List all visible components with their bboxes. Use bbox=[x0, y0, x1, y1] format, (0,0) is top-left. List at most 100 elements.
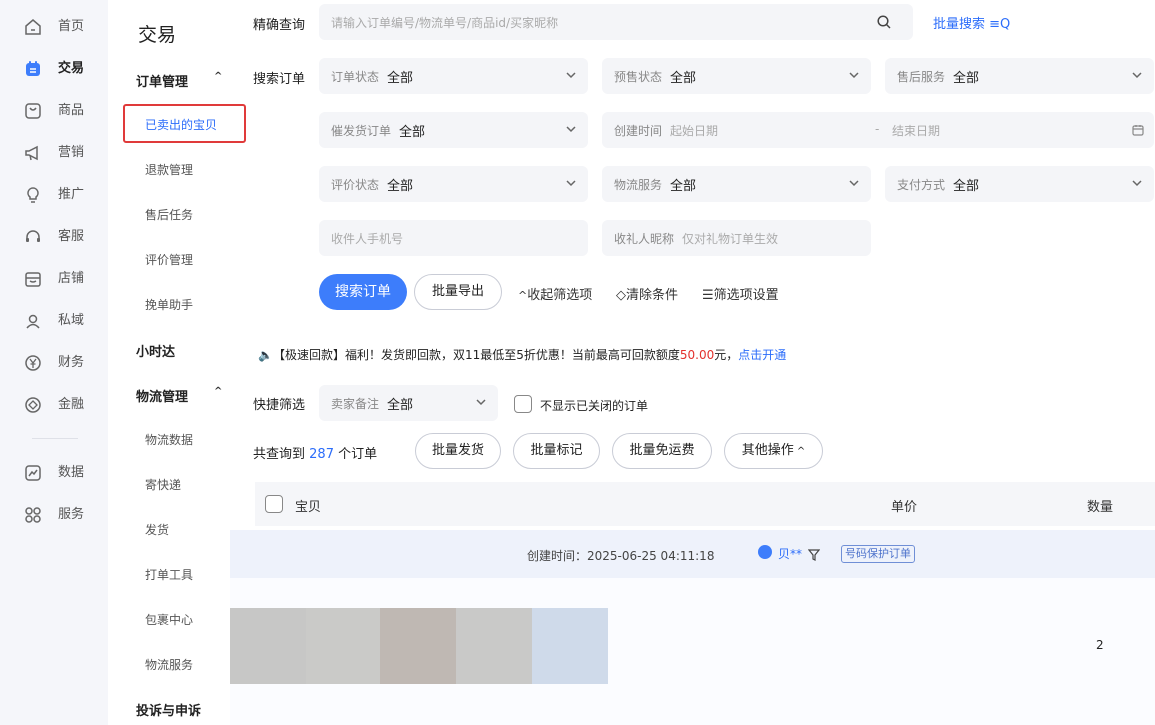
submenu-item-parcel[interactable]: 包裹中心 bbox=[145, 611, 193, 628]
collapse-filters-link[interactable]: ^收起筛选项 bbox=[518, 284, 592, 303]
result-summary: 共查询到 287 个订单 bbox=[253, 443, 377, 462]
start-date-placeholder[interactable]: 起始日期 bbox=[670, 122, 718, 139]
nav-item-label: 金融 bbox=[58, 397, 85, 412]
submenu-group-xiaoshida[interactable]: 小时达 bbox=[136, 341, 175, 360]
nav-item-finance[interactable]: 财务 bbox=[0, 346, 108, 380]
create-time-range[interactable]: 创建时间 起始日期 - 结束日期 bbox=[602, 112, 1154, 148]
notice-text: 【极速回款】福利！发货即回款，双11最低至5折优惠！当前最高可回款额度 bbox=[272, 348, 680, 362]
column-item: 宝贝 bbox=[295, 500, 322, 515]
order-status-select[interactable]: 订单状态 全部 bbox=[319, 58, 588, 94]
gift-nick-input[interactable]: 收礼人昵称 仅对礼物订单生效 bbox=[602, 220, 871, 256]
batch-ship-button[interactable]: 批量发货 bbox=[415, 433, 501, 469]
submenu-group-complaint[interactable]: 投诉与申诉 bbox=[136, 700, 201, 719]
payment-value: 全部 bbox=[953, 179, 980, 194]
notice-link[interactable]: 点击开通 bbox=[738, 348, 786, 362]
review-status-select[interactable]: 评价状态 全部 bbox=[319, 166, 588, 202]
search-orders-button[interactable]: 搜索订单 bbox=[319, 274, 407, 310]
batch-search-link[interactable]: 批量搜索 ≡Q bbox=[933, 13, 1010, 32]
speaker-icon: 🔈 bbox=[258, 348, 273, 362]
nav-item-service[interactable]: 客服 bbox=[0, 220, 108, 254]
nav-item-marketing[interactable]: 营销 bbox=[0, 136, 108, 170]
payment-select[interactable]: 支付方式 全部 bbox=[885, 166, 1154, 202]
nav-item-label: 私域 bbox=[58, 313, 85, 328]
submenu-item-print[interactable]: 打单工具 bbox=[145, 566, 193, 583]
gift-nick-placeholder: 仅对礼物订单生效 bbox=[682, 232, 779, 246]
search-icon[interactable] bbox=[877, 15, 891, 29]
batch-export-button[interactable]: 批量导出 bbox=[414, 274, 502, 310]
headset-icon bbox=[26, 230, 40, 242]
product-thumbnail[interactable] bbox=[306, 608, 382, 684]
other-actions-button[interactable]: 其他操作 ^ bbox=[724, 433, 823, 469]
batch-mark-button[interactable]: 批量标记 bbox=[513, 433, 600, 469]
number-protection-tag: 号码保护订单 bbox=[841, 545, 915, 563]
chevron-down-icon bbox=[1132, 180, 1142, 187]
product-thumbnail[interactable] bbox=[380, 608, 456, 684]
seller-remark-select[interactable]: 卖家备注 全部 bbox=[319, 385, 498, 421]
notice-amount: 50.00 bbox=[679, 348, 715, 362]
aftersale-select[interactable]: 售后服务 全部 bbox=[885, 58, 1154, 94]
calendar-icon bbox=[1132, 125, 1144, 136]
filter-settings-link[interactable]: ☰筛选项设置 bbox=[702, 284, 779, 303]
chart-icon bbox=[25, 465, 41, 481]
precise-search-input[interactable]: 请输入订单编号/物流单号/商品id/买家昵称 bbox=[319, 4, 913, 40]
nav-item-label: 店铺 bbox=[58, 271, 85, 286]
submenu-group-logistics[interactable]: 物流管理 ^ bbox=[136, 386, 222, 405]
submenu-group-label: 订单管理 bbox=[136, 75, 189, 90]
product-thumbnail[interactable] bbox=[230, 608, 306, 684]
urge-ship-value: 全部 bbox=[399, 125, 426, 140]
end-date-placeholder[interactable]: 结束日期 bbox=[892, 122, 940, 139]
presale-status-select[interactable]: 预售状态 全部 bbox=[602, 58, 871, 94]
submenu-item-aftersale-task[interactable]: 售后任务 bbox=[145, 206, 193, 223]
nav-item-services[interactable]: 服务 bbox=[0, 498, 108, 532]
chevron-down-icon bbox=[849, 180, 859, 187]
clear-conditions-link[interactable]: ◇清除条件 bbox=[616, 284, 678, 303]
nav-item-label: 商品 bbox=[58, 103, 85, 118]
nav-item-finance-loan[interactable]: 金融 bbox=[0, 388, 108, 422]
product-thumbnail[interactable] bbox=[532, 608, 608, 684]
buyer-nick[interactable]: 贝** bbox=[778, 545, 802, 562]
nav-item-trade[interactable]: 交易 bbox=[0, 52, 108, 86]
order-count: 287 bbox=[309, 447, 334, 462]
urge-ship-select[interactable]: 催发货订单 全部 bbox=[319, 112, 588, 148]
collapse-label: 收起筛选项 bbox=[527, 288, 593, 303]
submenu-item-express[interactable]: 寄快递 bbox=[145, 476, 181, 493]
select-all-checkbox[interactable] bbox=[265, 495, 283, 513]
chat-icon[interactable] bbox=[758, 545, 772, 559]
presale-status-label: 预售状态 bbox=[614, 70, 663, 84]
chevron-down-icon bbox=[566, 126, 576, 133]
receiver-phone-input[interactable]: 收件人手机号 bbox=[319, 220, 588, 256]
settings-label: 筛选项设置 bbox=[713, 288, 779, 303]
nav-item-private[interactable]: 私域 bbox=[0, 304, 108, 338]
submenu-item-ship[interactable]: 发货 bbox=[145, 521, 169, 538]
nav-item-label: 数据 bbox=[58, 465, 85, 480]
finance-icon bbox=[25, 397, 41, 413]
chevron-down-icon bbox=[1132, 72, 1142, 79]
nav-item-home[interactable]: 首页 bbox=[0, 10, 108, 44]
nav-item-store[interactable]: 店铺 bbox=[0, 262, 108, 296]
order-status-value: 全部 bbox=[387, 71, 414, 86]
nav-item-goods[interactable]: 商品 bbox=[0, 94, 108, 128]
submenu-item-retain[interactable]: 挽单助手 bbox=[145, 296, 193, 313]
submenu-item-logistics-service[interactable]: 物流服务 bbox=[145, 656, 193, 673]
column-price: 单价 bbox=[891, 500, 918, 515]
home-icon bbox=[25, 19, 41, 35]
submenu-group-orders[interactable]: 订单管理 ^ bbox=[136, 71, 222, 90]
nav-item-promotion[interactable]: 推广 bbox=[0, 178, 108, 212]
submenu-item-logistics-data[interactable]: 物流数据 bbox=[145, 431, 193, 448]
submenu-item-refund[interactable]: 退款管理 bbox=[145, 161, 193, 178]
hide-closed-checkbox[interactable] bbox=[514, 395, 532, 413]
item-quantity: 2 bbox=[1096, 638, 1104, 652]
grid-icon bbox=[25, 507, 41, 523]
column-quantity: 数量 bbox=[1087, 500, 1114, 515]
filter-icon[interactable] bbox=[808, 549, 820, 561]
payment-label: 支付方式 bbox=[897, 178, 946, 192]
nav-item-data[interactable]: 数据 bbox=[0, 456, 108, 490]
clear-label: 清除条件 bbox=[626, 288, 679, 303]
product-thumbnail[interactable] bbox=[456, 608, 532, 684]
submenu-item-review[interactable]: 评价管理 bbox=[145, 251, 193, 268]
batch-free-shipping-button[interactable]: 批量免运费 bbox=[612, 433, 712, 469]
chevron-down-icon bbox=[566, 72, 576, 79]
logistics-service-select[interactable]: 物流服务 全部 bbox=[602, 166, 871, 202]
yen-icon bbox=[25, 355, 41, 371]
search-orders-label: 搜索订单 bbox=[253, 72, 306, 87]
